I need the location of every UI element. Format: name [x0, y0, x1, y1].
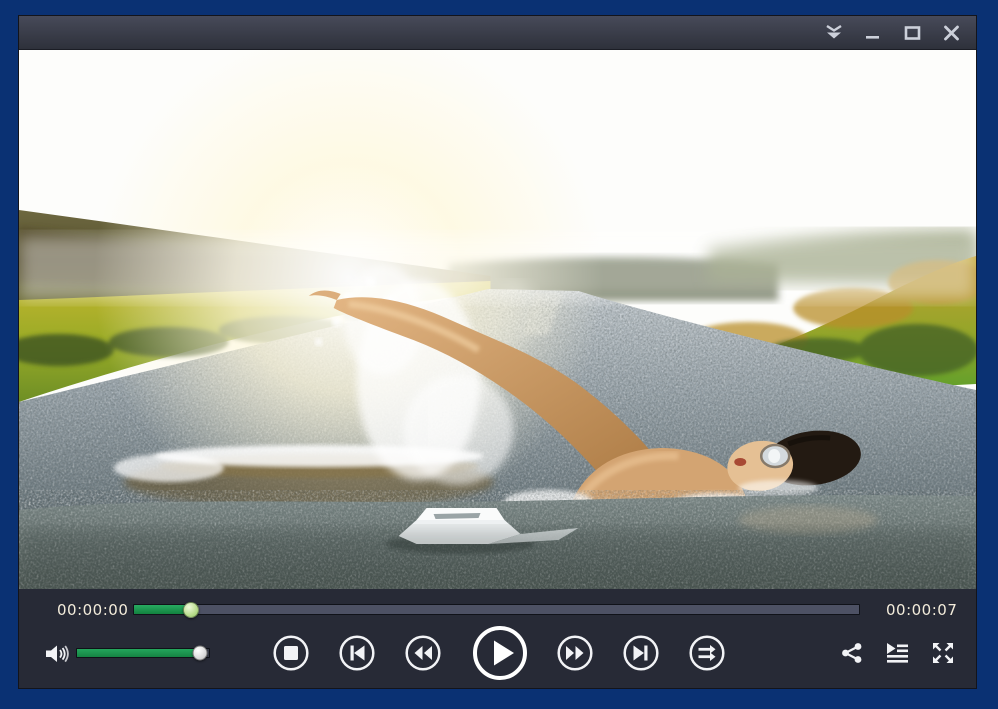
minimize-icon [865, 25, 881, 41]
player-window: 00:00:00 00:00:07 [18, 15, 977, 689]
speaker-icon[interactable] [44, 642, 70, 670]
elapsed-time: 00:00:00 [57, 601, 128, 619]
share-icon [839, 651, 865, 670]
titlebar[interactable] [19, 16, 976, 50]
close-icon [943, 25, 960, 41]
sequential-play-icon [687, 658, 727, 677]
video-scene [19, 50, 976, 589]
minimize-button[interactable] [860, 21, 886, 45]
playlist-button[interactable] [884, 640, 910, 666]
collapse-button[interactable] [821, 21, 847, 45]
total-time: 00:00:07 [886, 601, 957, 619]
fast-forward-icon [555, 658, 595, 677]
rewind-icon [403, 658, 443, 677]
play-button[interactable] [471, 624, 529, 682]
close-button[interactable] [938, 21, 964, 45]
share-button[interactable] [839, 640, 865, 666]
seek-thumb[interactable] [183, 602, 199, 618]
control-bar: 00:00:00 00:00:07 [19, 589, 976, 688]
skip-next-icon [621, 658, 661, 677]
play-icon [471, 667, 529, 686]
maximize-icon [904, 25, 921, 41]
fullscreen-icon [930, 651, 956, 670]
previous-button[interactable] [337, 633, 377, 673]
volume-level [77, 649, 200, 657]
fullscreen-button[interactable] [930, 640, 956, 666]
video-frame[interactable] [19, 50, 976, 589]
maximize-button[interactable] [899, 21, 925, 45]
stop-button[interactable] [271, 633, 311, 673]
skip-previous-icon [337, 658, 377, 677]
volume-slider[interactable] [76, 648, 210, 658]
chevron-double-down-icon [824, 24, 844, 41]
next-button[interactable] [621, 633, 661, 673]
playlist-icon [884, 651, 910, 670]
fast-forward-button[interactable] [555, 633, 595, 673]
rewind-button[interactable] [403, 633, 443, 673]
stop-icon [271, 658, 311, 677]
play-order-button[interactable] [687, 633, 727, 673]
seek-bar[interactable] [133, 604, 860, 615]
volume-thumb[interactable] [192, 646, 207, 661]
